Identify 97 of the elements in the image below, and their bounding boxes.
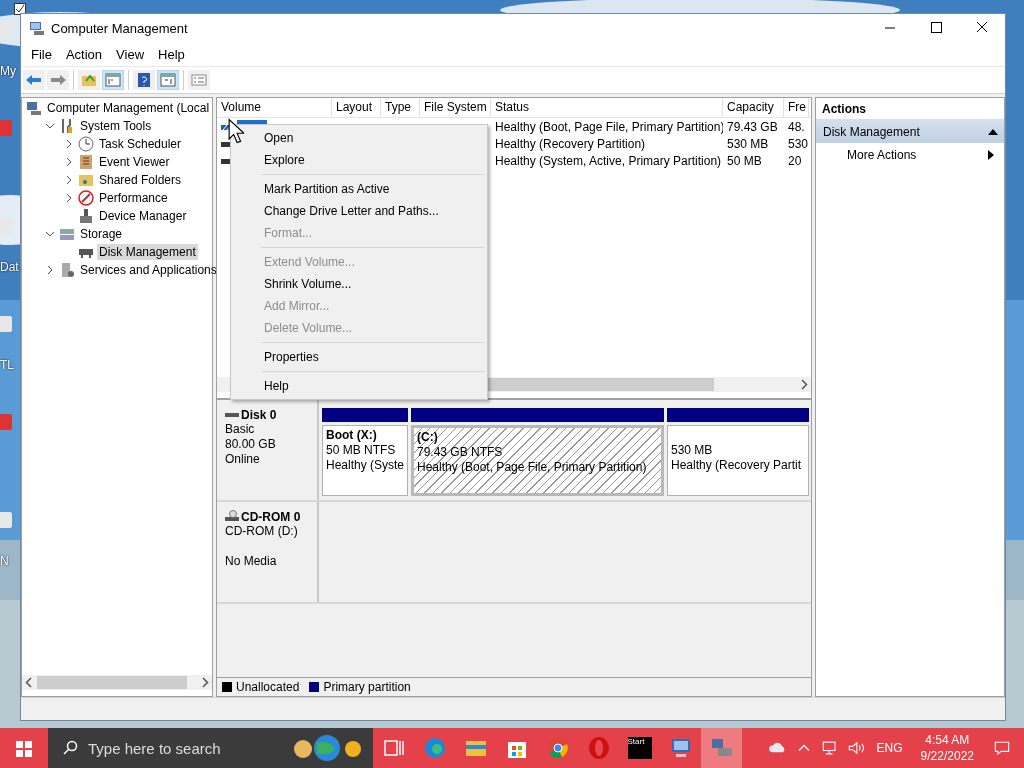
partition-size: 50 MB NTFS	[326, 443, 397, 458]
menu-item[interactable]: File	[24, 46, 59, 62]
computer-icon	[26, 100, 42, 116]
menu-item[interactable]: Help	[231, 375, 487, 397]
menu-item[interactable]: Shrink Volume...	[231, 273, 487, 295]
tree-item[interactable]: Storage	[78, 226, 125, 242]
disk-status: No Media	[225, 554, 278, 569]
partition-block[interactable]: 530 MB Healthy (Recovery Partit	[667, 425, 809, 496]
search-field[interactable]: Type here to search	[48, 728, 373, 768]
partition-size: 530 MB	[671, 443, 714, 458]
tree-item[interactable]: Device Manager	[97, 208, 189, 224]
tree-item[interactable]: Computer Management (Local	[45, 100, 212, 116]
tools-icon	[59, 118, 75, 134]
column-header[interactable]: Type	[381, 98, 420, 117]
tree-item[interactable]: Event Viewer	[97, 154, 172, 170]
partition-status: Healthy (Syste	[326, 458, 404, 473]
computer-icon	[29, 20, 45, 36]
search-icon	[62, 740, 78, 756]
manage-taskbar-button[interactable]	[701, 728, 742, 768]
desktop-icon-label: N	[0, 554, 9, 568]
menu-item[interactable]: Action	[58, 46, 110, 62]
disk-name: CD-ROM 0	[241, 510, 301, 524]
window-title: Computer Management	[51, 20, 188, 36]
partition-size: 79.43 GB NTFS	[417, 445, 504, 460]
partition-block[interactable]: Boot (X:) 50 MB NTFS Healthy (Syste	[322, 425, 408, 496]
checkbox-icon[interactable]	[14, 3, 26, 15]
ring-icon	[586, 736, 611, 760]
browser-icon	[545, 736, 570, 760]
back-button[interactable]	[23, 70, 45, 90]
menu-item[interactable]: Properties	[231, 346, 487, 368]
tree-item[interactable]: Task Scheduler	[97, 136, 184, 152]
desktop-icon[interactable]	[0, 510, 14, 530]
disk-name: Disk 0	[241, 408, 277, 422]
browser-icon	[422, 736, 447, 760]
device-icon	[78, 208, 94, 224]
disk-info: Online	[225, 452, 261, 467]
table-cell-text: 20	[787, 153, 803, 168]
server-icon	[59, 262, 75, 278]
column-header[interactable]: Layout	[332, 98, 381, 117]
table-cell-text: Healthy (System, Active, Primary Partition)	[494, 153, 723, 168]
table-cell-text: 530 MB	[726, 136, 770, 151]
legend-label: Primary partition	[323, 680, 411, 694]
tree-toggle-button[interactable]	[102, 70, 124, 90]
disk-info: CD-ROM (D:)	[225, 524, 299, 539]
tree-item[interactable]: System Tools	[78, 118, 154, 134]
collapse-arrow-icon[interactable]	[988, 128, 998, 135]
partition-title: (C:)	[417, 430, 439, 445]
clock-time[interactable]: 4:54 AM	[925, 732, 970, 748]
table-cell-text: Healthy (Recovery Partition)	[494, 136, 647, 151]
tree-item[interactable]: Services and Applications	[78, 262, 219, 278]
column-header[interactable]: File System	[420, 98, 491, 117]
menu-item[interactable]: Change Drive Letter and Paths...	[231, 200, 487, 222]
action-item[interactable]: More Actions	[816, 143, 1004, 167]
actions-section-header[interactable]: Disk Management	[816, 120, 1004, 143]
pane-toggle-button[interactable]	[157, 70, 179, 90]
storage-icon	[59, 226, 75, 242]
table-cell-text: 79.43 GB	[726, 119, 779, 134]
column-header[interactable]: Capacity	[723, 98, 784, 117]
table-cell-text: 48.	[787, 119, 806, 134]
partition-status: Healthy (Recovery Partit	[671, 458, 803, 473]
table-cell-text: 50 MB	[726, 153, 763, 168]
menu-item[interactable]: Explore	[231, 149, 487, 171]
menu-item[interactable]: Mark Partition as Active	[231, 178, 487, 200]
legend-label: Unallocated	[236, 680, 300, 694]
desktop-icon[interactable]	[0, 314, 14, 334]
horizontal-scrollbar[interactable]	[22, 675, 212, 690]
clock-date[interactable]: 9/22/2022	[920, 748, 974, 764]
mouse-pointer-icon	[228, 118, 244, 144]
list-button[interactable]	[188, 70, 210, 90]
cd-drive-icon	[225, 510, 239, 524]
column-header[interactable]: Fre	[784, 98, 809, 117]
column-header[interactable]: Status	[491, 98, 723, 117]
menu-item[interactable]: View	[109, 46, 152, 62]
partition-block[interactable]: (C:) 79.43 GB NTFS Healthy (Boot, Page File, Primary Partition)	[411, 425, 664, 496]
table-cell-text: 530	[787, 136, 809, 151]
tree-item[interactable]: Performance	[97, 190, 170, 206]
up-folder-button[interactable]	[78, 70, 100, 90]
partition-status: Healthy (Boot, Page File, Primary Partition)	[417, 460, 648, 475]
disk-info: Basic	[225, 422, 256, 437]
tree-item[interactable]: Disk Management	[97, 244, 198, 260]
desktop-icon-label: TL	[0, 358, 14, 372]
desktop-icon-label: My	[0, 64, 16, 78]
tree-item[interactable]: Shared Folders	[97, 172, 184, 188]
disk-info: 80.00 GB	[225, 437, 277, 452]
clock-icon	[78, 136, 94, 152]
menu-item[interactable]: Help	[151, 46, 192, 62]
log-icon	[78, 154, 94, 170]
folder-icon	[78, 172, 94, 188]
terminal-taskbar-button[interactable]: Start	[619, 728, 660, 768]
table-cell-text: Healthy (Boot, Page File, Primary Partition)	[494, 119, 723, 134]
partition-title: Boot (X:)	[326, 428, 378, 443]
forward-button[interactable]	[47, 70, 69, 90]
column-header[interactable]: Volume	[217, 98, 332, 117]
desktop-icon-label: Dat	[0, 260, 19, 274]
help-button[interactable]	[133, 70, 155, 90]
language-indicator[interactable]: ENG	[876, 741, 903, 755]
submenu-arrow-icon	[988, 150, 994, 160]
